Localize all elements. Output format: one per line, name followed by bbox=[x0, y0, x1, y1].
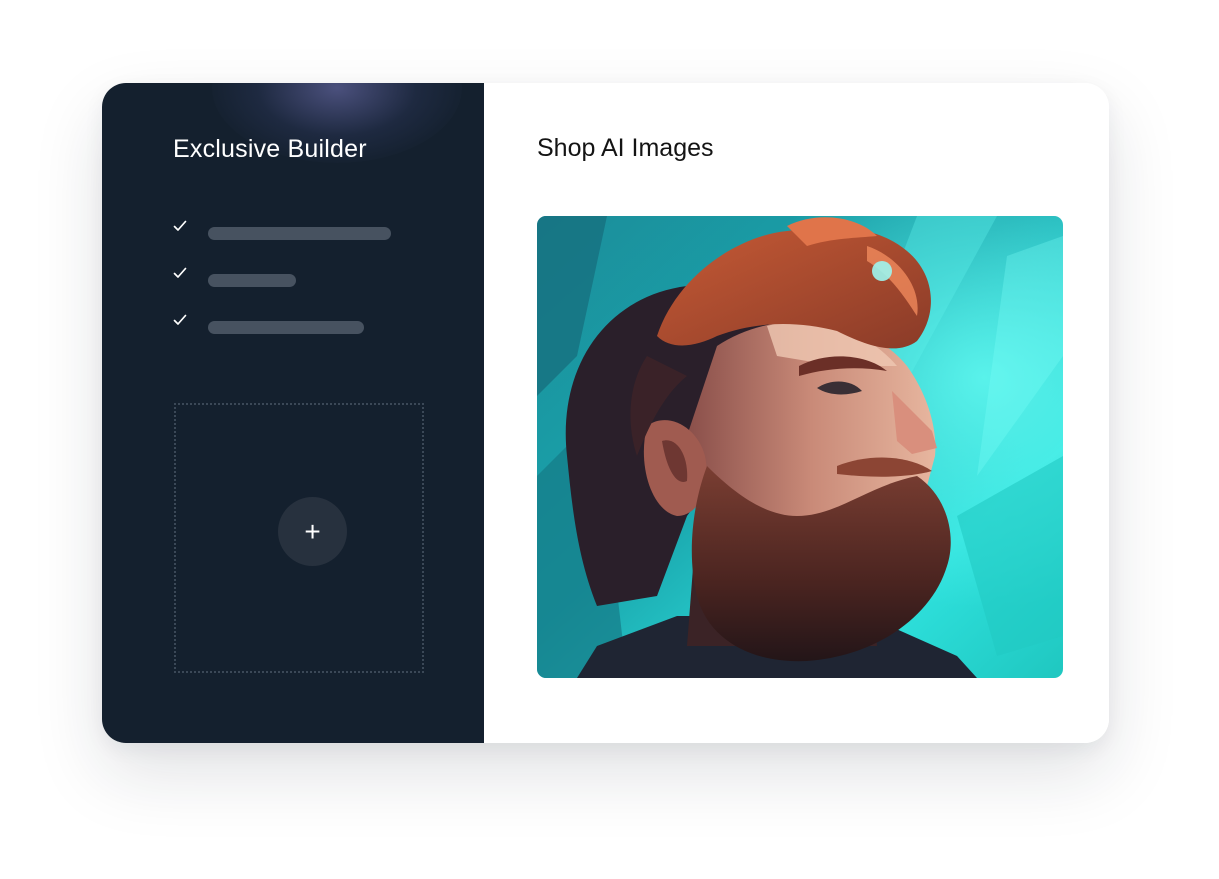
check-icon bbox=[173, 220, 187, 231]
ai-portrait-image[interactable] bbox=[537, 216, 1063, 678]
feature-list bbox=[173, 217, 433, 358]
feature-placeholder-bar bbox=[208, 227, 391, 240]
add-image-button[interactable]: + bbox=[278, 497, 347, 566]
feature-placeholder-bar bbox=[208, 274, 296, 287]
feature-item bbox=[173, 264, 433, 311]
builder-card: Exclusive Builder + Shop AI Images bbox=[102, 83, 1109, 743]
check-icon bbox=[173, 314, 187, 325]
sidebar-title: Exclusive Builder bbox=[173, 135, 367, 163]
page: Exclusive Builder + Shop AI Images bbox=[0, 0, 1219, 879]
sidebar: Exclusive Builder + bbox=[102, 83, 484, 743]
feature-placeholder-bar bbox=[208, 321, 364, 334]
plus-icon: + bbox=[304, 516, 321, 547]
portrait-illustration bbox=[537, 216, 1063, 678]
feature-item bbox=[173, 311, 433, 358]
main-panel: Shop AI Images bbox=[484, 83, 1109, 743]
feature-item bbox=[173, 217, 433, 264]
main-title: Shop AI Images bbox=[537, 134, 714, 162]
check-icon bbox=[173, 267, 187, 278]
